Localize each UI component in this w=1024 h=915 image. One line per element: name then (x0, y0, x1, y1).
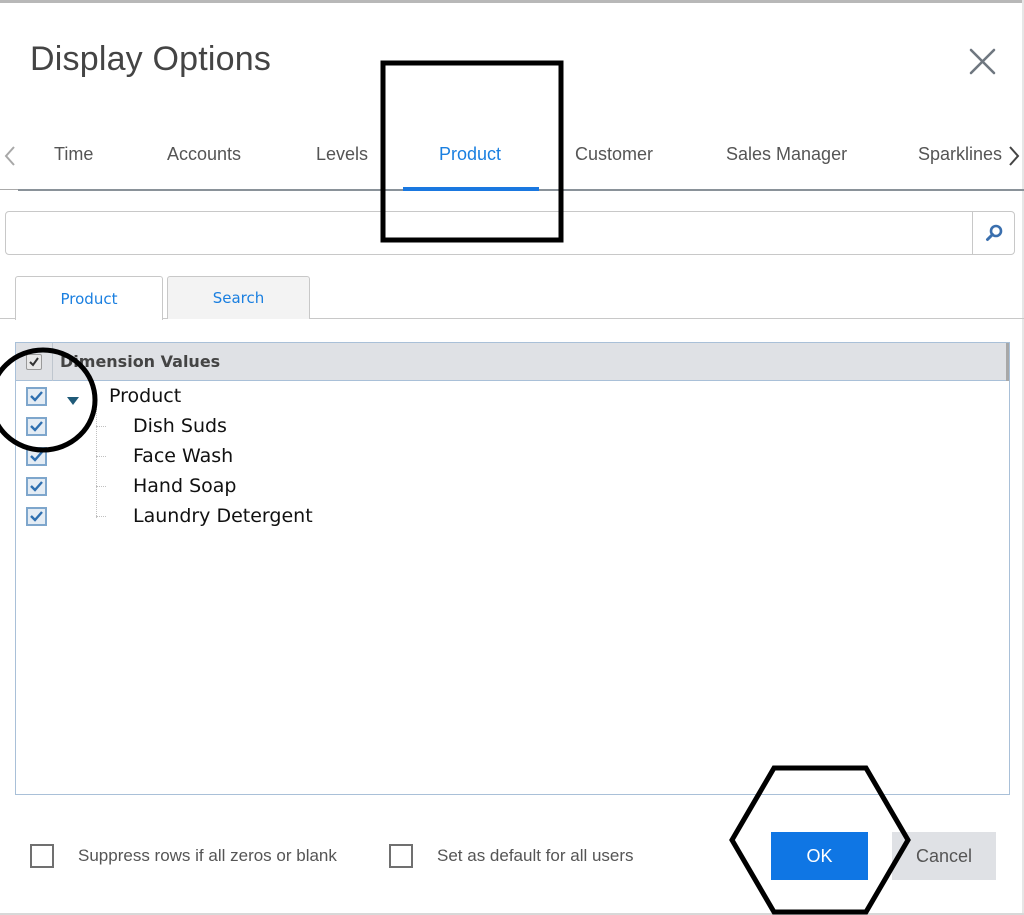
tree-connector-vertical (96, 406, 97, 518)
subtab-search[interactable]: Search (167, 276, 310, 319)
tab-sales-manager[interactable]: Sales Manager (726, 144, 847, 165)
row-checkbox[interactable] (26, 477, 47, 496)
set-default-checkbox[interactable] (389, 844, 413, 868)
search-icon (985, 224, 1002, 241)
tree-label[interactable]: Product (109, 385, 181, 407)
header-scroll-edge (1006, 343, 1009, 381)
checkmark-icon (29, 357, 39, 367)
grid-header: Dimension Values (16, 343, 1009, 381)
subtab-product[interactable]: Product (15, 276, 163, 320)
checkmark-icon (30, 391, 43, 402)
tree-label[interactable]: Dish Suds (133, 415, 227, 437)
tab-sparklines[interactable]: Sparklines (918, 144, 1002, 165)
row-checkbox[interactable] (26, 507, 47, 526)
tree-row-dish-suds: Dish Suds (16, 412, 1009, 442)
window-top-border (0, 0, 1024, 3)
tabs-next-button[interactable] (1006, 143, 1022, 169)
chevron-left-icon (4, 146, 15, 166)
row-checkbox[interactable] (26, 417, 47, 436)
tabstrip-divider-left (0, 189, 18, 190)
checkmark-icon (30, 511, 43, 522)
search-input[interactable] (6, 212, 968, 254)
tree-connector (96, 456, 106, 457)
collapse-triangle-icon[interactable] (66, 393, 80, 411)
active-tab-indicator (403, 187, 539, 191)
tree-label[interactable]: Face Wash (133, 445, 233, 467)
tab-product[interactable]: Product (439, 144, 501, 165)
tree-row-face-wash: Face Wash (16, 442, 1009, 472)
suppress-zeros-label[interactable]: Suppress rows if all zeros or blank (78, 846, 337, 866)
cancel-button[interactable]: Cancel (892, 832, 996, 880)
header-separator (52, 343, 53, 381)
tree-row-laundry-detergent: Laundry Detergent (16, 502, 1009, 532)
search-button[interactable] (972, 212, 1014, 254)
row-checkbox[interactable] (26, 387, 47, 406)
tree-row-product: Product (16, 382, 1009, 412)
dimension-tabstrip (0, 128, 1024, 192)
tab-customer[interactable]: Customer (575, 144, 653, 165)
close-x-icon (969, 48, 996, 75)
checkmark-icon (30, 451, 43, 462)
dimension-values-grid: Dimension Values Product Dish Suds Face … (15, 342, 1010, 795)
tree-label[interactable]: Laundry Detergent (133, 505, 313, 527)
ok-button[interactable]: OK (771, 832, 868, 880)
chevron-right-icon (1009, 146, 1020, 166)
checkmark-icon (30, 421, 43, 432)
dialog-title: Display Options (30, 40, 272, 78)
row-checkbox[interactable] (26, 447, 47, 466)
close-button[interactable] (962, 42, 1002, 82)
tree-connector (96, 516, 106, 517)
column-header-dimension-values: Dimension Values (60, 352, 221, 371)
tree-label[interactable]: Hand Soap (133, 475, 236, 497)
tree-row-hand-soap: Hand Soap (16, 472, 1009, 502)
select-all-checkbox[interactable] (26, 354, 42, 370)
tab-levels[interactable]: Levels (316, 144, 368, 165)
tab-accounts[interactable]: Accounts (167, 144, 241, 165)
set-default-label[interactable]: Set as default for all users (437, 846, 634, 866)
tree-connector (96, 426, 106, 427)
tree-connector (96, 486, 106, 487)
tabs-prev-button[interactable] (2, 143, 18, 169)
suppress-zeros-checkbox[interactable] (30, 844, 54, 868)
checkmark-icon (30, 481, 43, 492)
tab-time[interactable]: Time (54, 144, 93, 165)
